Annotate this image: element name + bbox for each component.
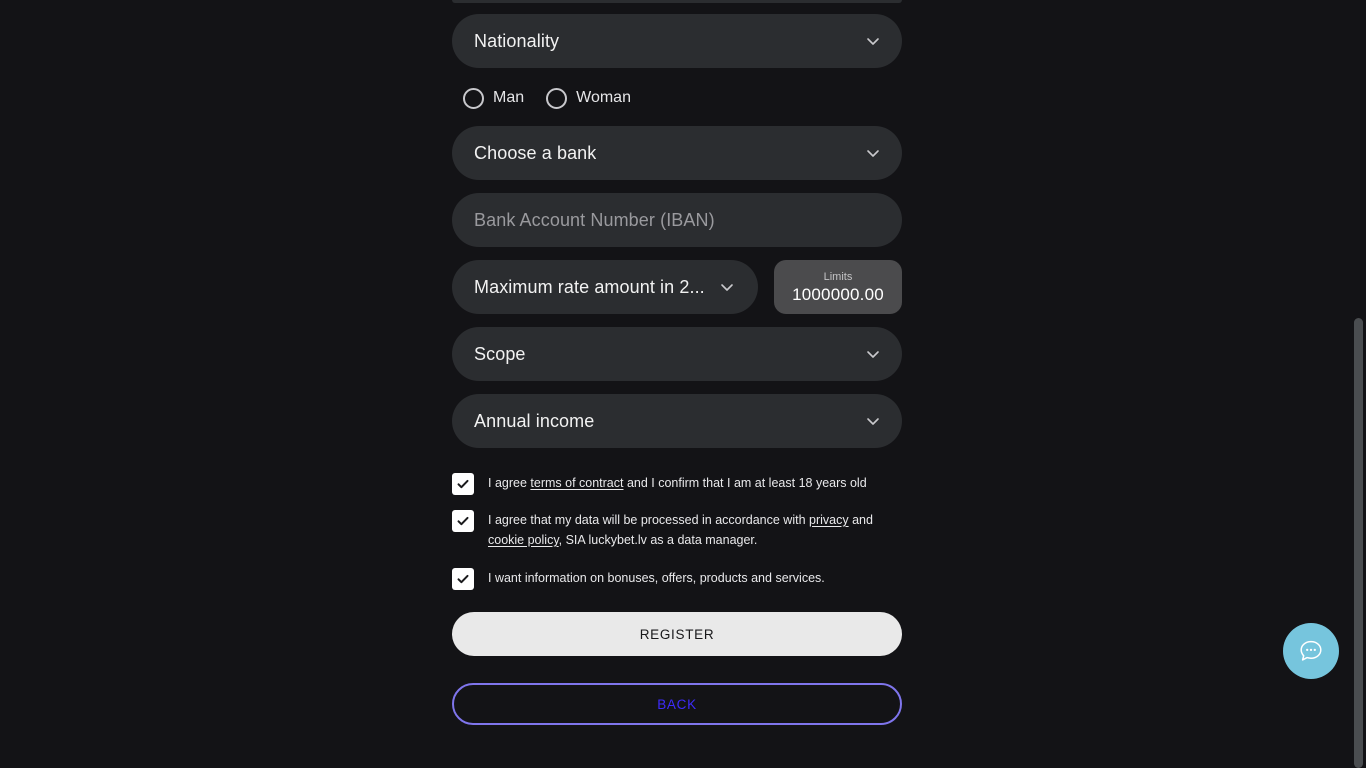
agreement-text-terms: I agree terms of contract and I confirm …: [488, 476, 867, 490]
limits-caption: Limits: [823, 270, 853, 283]
annual-income-label: Annual income: [474, 410, 595, 431]
agreement-row: I want information on bonuses, offers, p…: [452, 567, 902, 590]
iban-field-wrapper[interactable]: Bank Account Number (IBAN): [452, 193, 902, 247]
nationality-select[interactable]: Nationality: [452, 14, 902, 68]
agreement-link[interactable]: terms of contract: [530, 476, 623, 490]
checkbox-marketing[interactable]: [452, 568, 474, 590]
check-icon: [457, 479, 469, 489]
chevron-down-icon: [864, 144, 882, 162]
radio-circle-icon: [463, 87, 484, 109]
iban-placeholder: Bank Account Number (IBAN): [474, 209, 715, 230]
agreement-link[interactable]: cookie policy: [488, 533, 559, 547]
registration-form: Nationality Man Woman Choose a bank Bank…: [452, 0, 902, 725]
agreement-row: I agree that my data will be processed i…: [452, 509, 902, 550]
agreements-group: I agree terms of contract and I confirm …: [452, 472, 902, 590]
nationality-label: Nationality: [474, 30, 560, 51]
chevron-down-icon: [864, 412, 882, 430]
scope-label: Scope: [474, 343, 526, 364]
chat-widget-button[interactable]: [1283, 623, 1339, 679]
register-button[interactable]: REGISTER: [452, 612, 902, 656]
page-scrollbar-thumb[interactable]: [1354, 318, 1363, 768]
clipped-field-above: [452, 0, 902, 3]
chevron-down-icon: [718, 278, 736, 296]
radio-option-woman[interactable]: Woman: [546, 87, 631, 109]
radio-option-man[interactable]: Man: [463, 87, 525, 109]
limits-box[interactable]: Limits 1000000.00: [774, 260, 902, 314]
radio-label-woman: Woman: [576, 89, 631, 106]
check-icon: [457, 516, 469, 526]
chevron-down-icon: [864, 345, 882, 363]
agreement-link[interactable]: privacy: [809, 513, 849, 527]
radio-label-man: Man: [493, 89, 525, 106]
chevron-down-icon: [864, 32, 882, 50]
page-scrollbar-track[interactable]: [1351, 0, 1366, 768]
check-icon: [457, 574, 469, 584]
bank-select[interactable]: Choose a bank: [452, 126, 902, 180]
agreement-text-marketing: I want information on bonuses, offers, p…: [488, 571, 825, 585]
max-rate-label: Maximum rate amount in 2...: [474, 276, 705, 297]
chat-bubble-icon: [1300, 640, 1322, 661]
max-rate-row: Maximum rate amount in 2... Limits 10000…: [452, 260, 902, 314]
bank-label: Choose a bank: [474, 142, 597, 163]
gender-radio-group: Man Woman: [452, 78, 902, 118]
limits-value: 1000000.00: [792, 284, 884, 304]
max-rate-select[interactable]: Maximum rate amount in 2...: [452, 260, 758, 314]
scope-select[interactable]: Scope: [452, 327, 902, 381]
radio-circle-icon: [546, 87, 568, 109]
checkbox-terms[interactable]: [452, 473, 474, 495]
annual-income-select[interactable]: Annual income: [452, 394, 902, 448]
back-button[interactable]: BACK: [452, 683, 902, 725]
checkbox-privacy[interactable]: [452, 510, 474, 532]
agreement-row: I agree terms of contract and I confirm …: [452, 472, 902, 495]
agreement-text-privacy: I agree that my data will be processed i…: [488, 513, 873, 547]
